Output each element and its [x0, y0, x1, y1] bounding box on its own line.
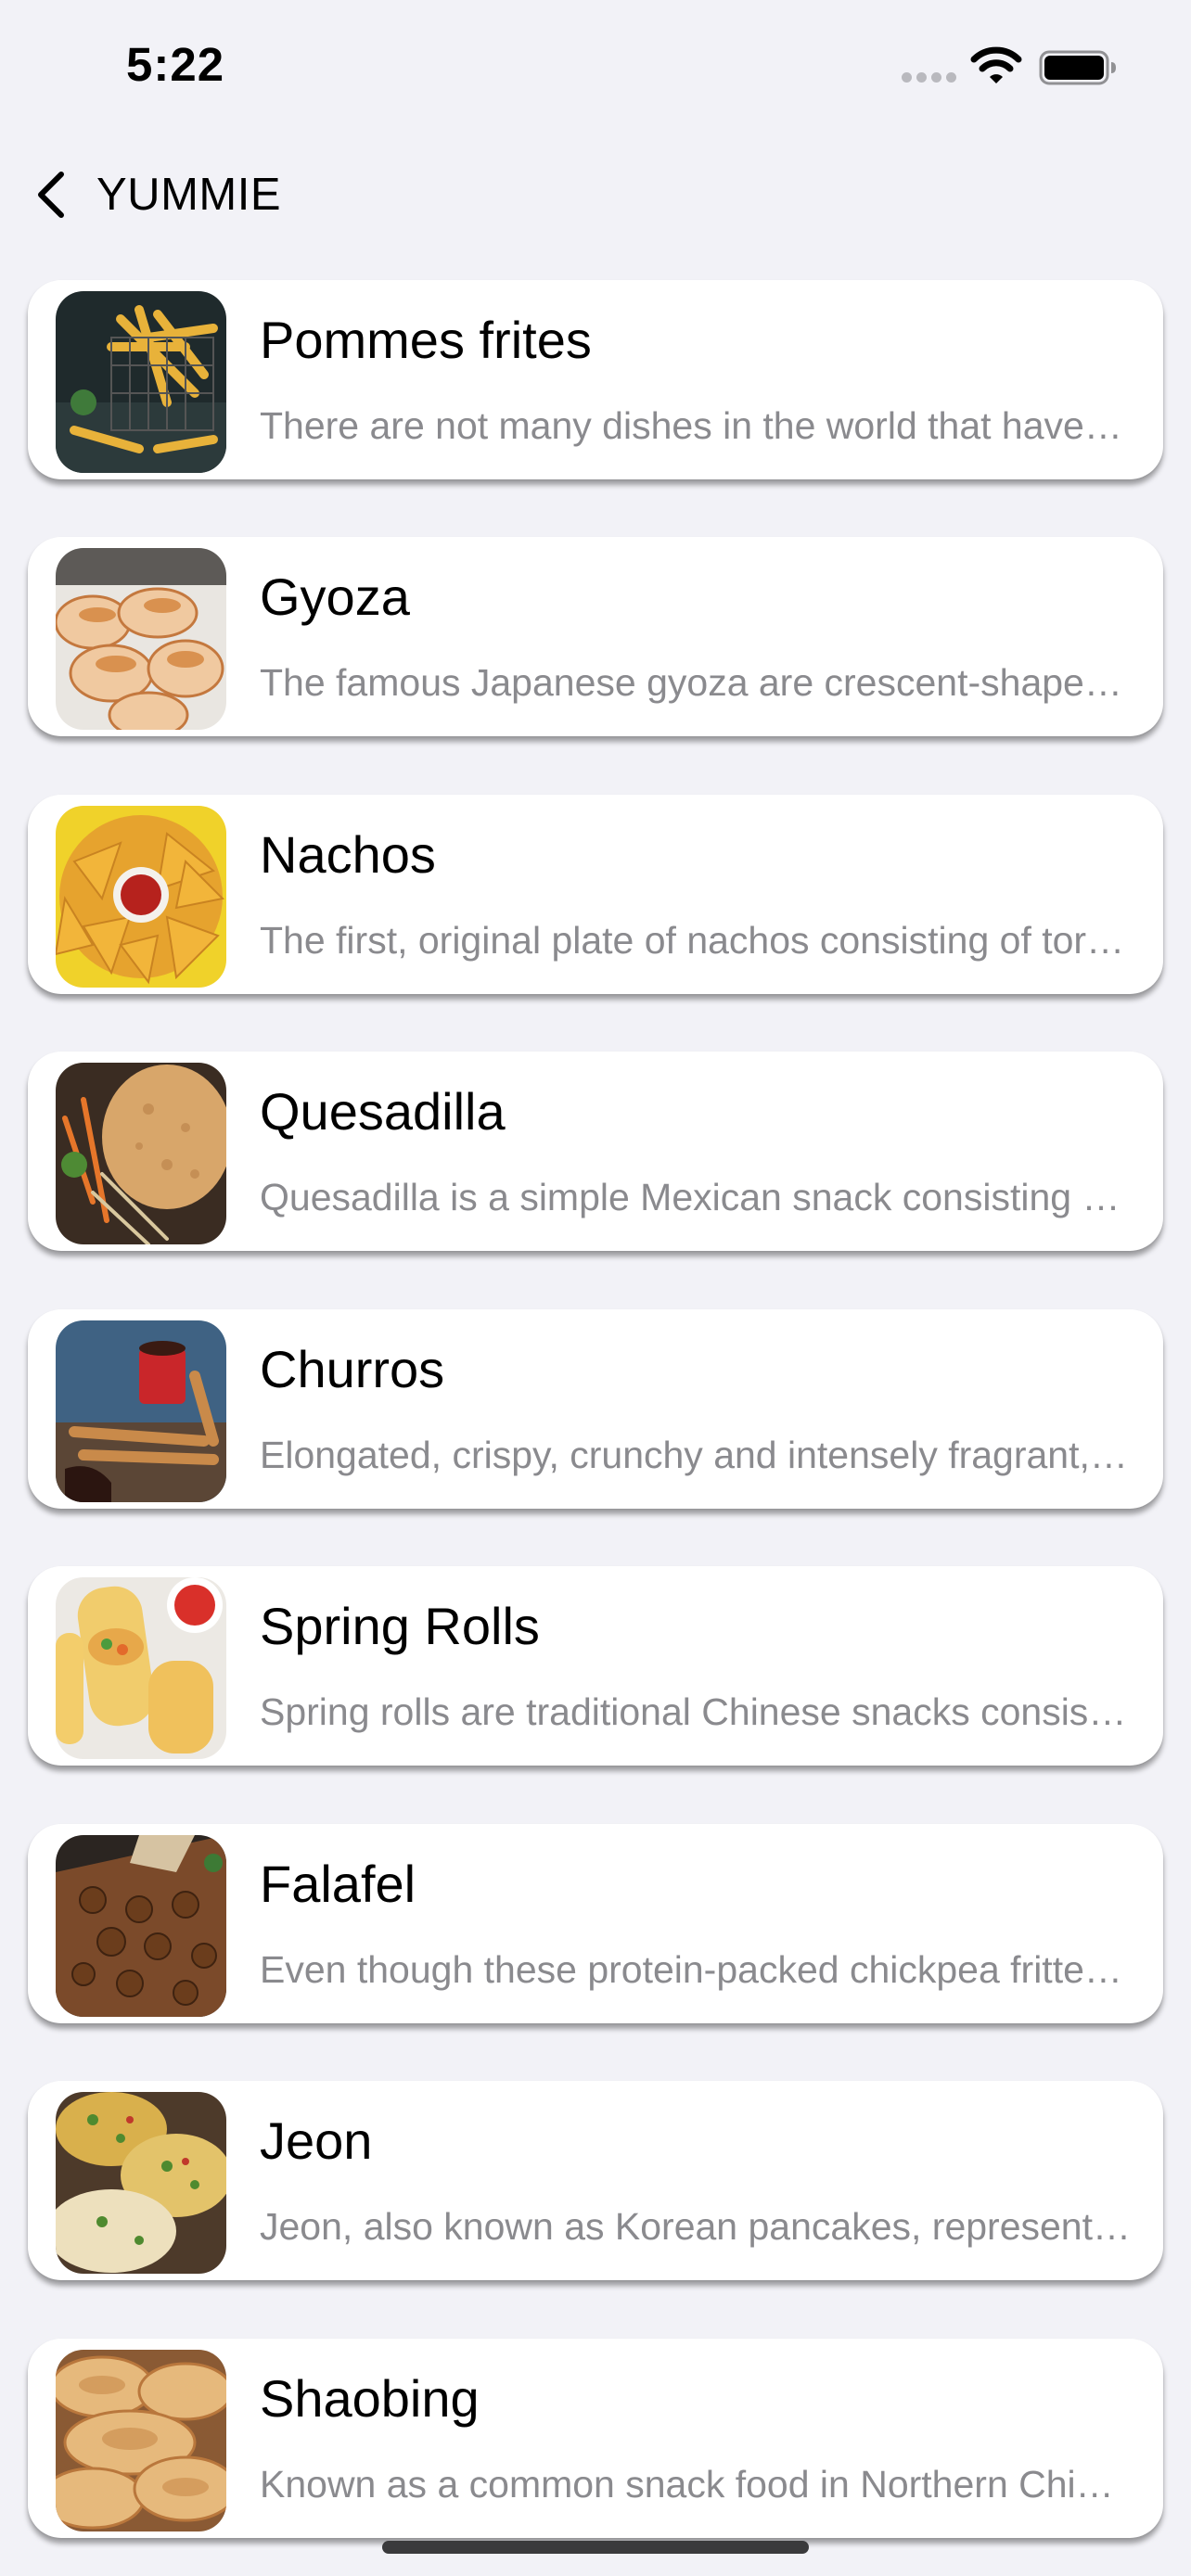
dish-description: Known as a common snack food in Northern… [260, 2463, 1132, 2506]
churros-photo [56, 1320, 226, 1502]
dish-title: Falafel [260, 1855, 416, 1913]
signal-icon [902, 72, 957, 83]
dish-card-spring-rolls[interactable]: Spring Rolls Spring rolls are traditiona… [28, 1566, 1163, 1766]
dish-description: Quesadilla is a simple Mexican snack con… [260, 1176, 1132, 1218]
dish-card-gyoza[interactable]: Gyoza The famous Japanese gyoza are cres… [28, 537, 1163, 736]
home-indicator[interactable] [382, 2541, 809, 2554]
navigation-bar: YUMMIE [0, 148, 1191, 241]
dish-title: Quesadilla [260, 1082, 506, 1141]
dish-card-nachos[interactable]: Nachos The first, original plate of nach… [28, 795, 1163, 994]
dish-title: Spring Rolls [260, 1597, 540, 1655]
dish-title: Churros [260, 1340, 445, 1398]
shaobing-photo [56, 2350, 226, 2531]
dish-description: Spring rolls are traditional Chinese sna… [260, 1690, 1132, 1733]
app-screen: 5:22 YUMMIE Pommes frites There are not … [0, 0, 1191, 2576]
spring-rolls-photo [56, 1577, 226, 1759]
dish-title: Jeon [260, 2111, 373, 2170]
dish-description: Jeon, also known as Korean pancakes, rep… [260, 2205, 1132, 2248]
quesadilla-photo [56, 1063, 226, 1244]
chevron-left-icon [38, 172, 64, 218]
gyoza-photo [56, 548, 226, 730]
dish-card-falafel[interactable]: Falafel Even though these protein-packed… [28, 1824, 1163, 2023]
status-time: 5:22 [126, 38, 225, 91]
dish-description: There are not many dishes in the world t… [260, 404, 1132, 447]
battery-icon [1039, 50, 1116, 85]
dish-title: Shaobing [260, 2369, 480, 2428]
wifi-icon [970, 46, 1022, 83]
falafel-photo [56, 1835, 226, 2017]
dish-description: The first, original plate of nachos cons… [260, 919, 1132, 962]
dish-description: The famous Japanese gyoza are crescent-s… [260, 661, 1132, 704]
back-button-label: YUMMIE [96, 170, 281, 220]
dish-card-pommes-frites[interactable]: Pommes frites There are not many dishes … [28, 280, 1163, 479]
dish-card-jeon[interactable]: Jeon Jeon, also known as Korean pancakes… [28, 2081, 1163, 2280]
dish-title: Nachos [260, 825, 436, 884]
jeon-photo [56, 2092, 226, 2274]
status-bar: 5:22 [0, 0, 1191, 130]
dish-card-quesadilla[interactable]: Quesadilla Quesadilla is a simple Mexica… [28, 1052, 1163, 1251]
dish-card-churros[interactable]: Churros Elongated, crispy, crunchy and i… [28, 1309, 1163, 1509]
dish-description: Even though these protein-packed chickpe… [260, 1948, 1132, 1991]
dish-description: Elongated, crispy, crunchy and intensely… [260, 1434, 1132, 1476]
dish-card-shaobing[interactable]: Shaobing Known as a common snack food in… [28, 2339, 1163, 2538]
dish-title: Gyoza [260, 567, 410, 626]
fries-photo [56, 291, 226, 473]
nachos-photo [56, 806, 226, 988]
back-button[interactable]: YUMMIE [28, 161, 306, 228]
dish-title: Pommes frites [260, 311, 592, 369]
